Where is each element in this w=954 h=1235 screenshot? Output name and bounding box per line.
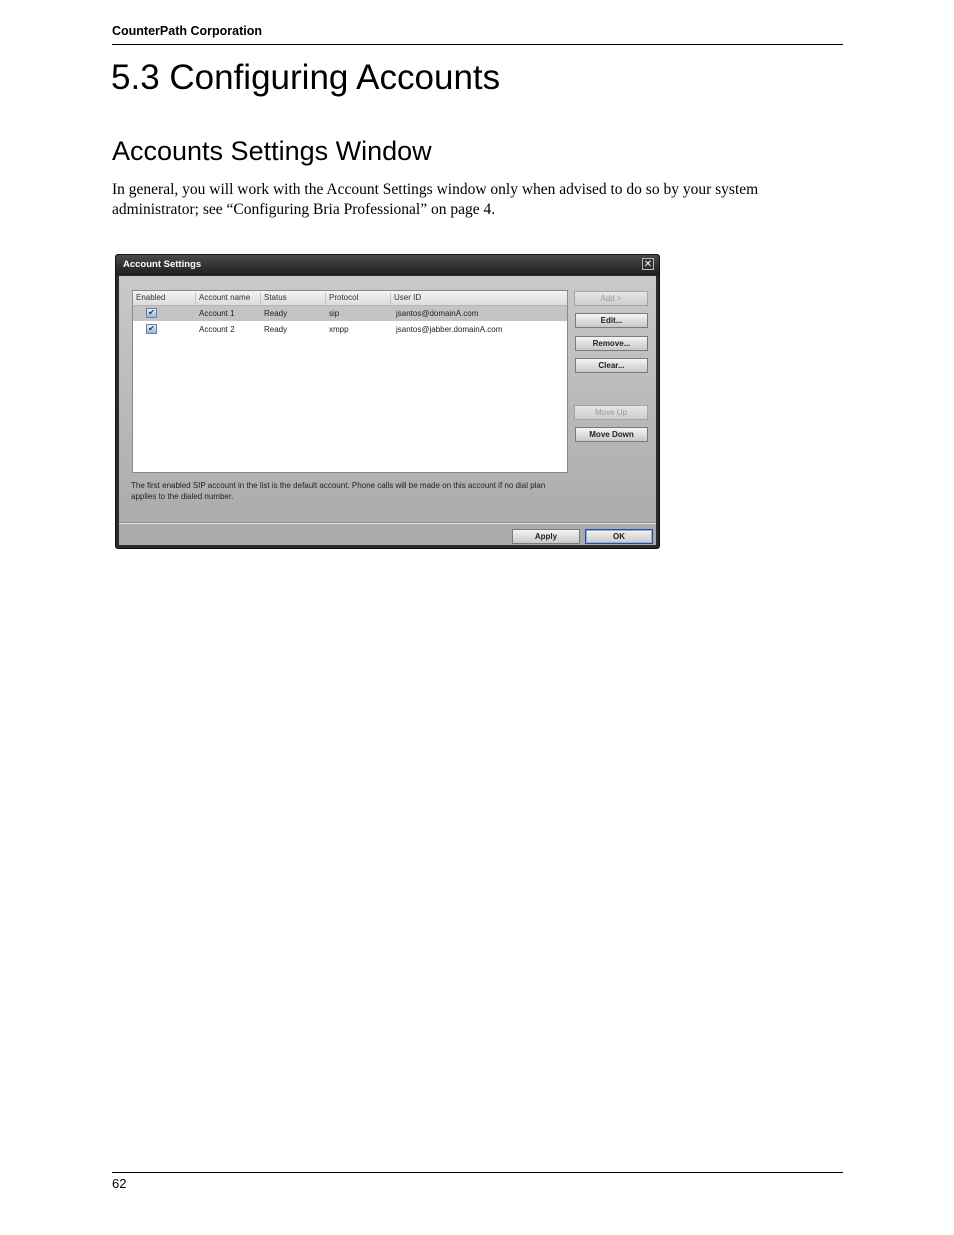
column-header-account-name[interactable]: Account name [195, 293, 260, 305]
table-row[interactable]: ✔ Account 2 Ready xmpp jsantos@jabber.do… [133, 322, 567, 337]
account-name-cell: Account 1 [199, 309, 235, 318]
ok-button[interactable]: OK [585, 529, 653, 544]
protocol-cell: sip [329, 309, 340, 318]
footer-rule [112, 1172, 843, 1173]
page-title: 5.3 Configuring Accounts [111, 58, 501, 97]
enabled-checkbox[interactable]: ✔ [146, 308, 157, 318]
button-bar-divider [119, 522, 656, 524]
column-header-user-id[interactable]: User ID [390, 293, 567, 305]
account-settings-dialog: Account Settings ✕ Enabled Account name … [115, 254, 660, 549]
account-name-cell: Account 2 [199, 325, 235, 334]
list-header: Enabled Account name Status Protocol Use… [133, 291, 567, 306]
header-rule [112, 44, 843, 45]
edit-button[interactable]: Edit... [575, 313, 648, 328]
remove-button[interactable]: Remove... [575, 336, 648, 351]
add-button[interactable]: Add > [574, 291, 648, 306]
default-account-note: The first enabled SIP account in the lis… [131, 481, 546, 501]
column-header-protocol[interactable]: Protocol [325, 293, 390, 305]
enabled-checkbox[interactable]: ✔ [146, 324, 157, 334]
apply-button[interactable]: Apply [512, 529, 580, 544]
page-number: 62 [112, 1176, 127, 1191]
close-icon[interactable]: ✕ [642, 258, 654, 270]
protocol-cell: xmpp [329, 325, 349, 334]
clear-button[interactable]: Clear... [575, 358, 648, 373]
column-header-enabled[interactable]: Enabled [133, 293, 195, 305]
status-cell: Ready [264, 309, 288, 318]
dialog-title: Account Settings [123, 259, 202, 270]
table-row[interactable]: ✔ Account 1 Ready sip jsantos@domainA.co… [133, 306, 567, 321]
move-down-button[interactable]: Move Down [575, 427, 648, 442]
status-cell: Ready [264, 325, 288, 334]
dialog-titlebar: Account Settings ✕ [116, 255, 659, 275]
user-id-cell: jsantos@domainA.com [396, 309, 479, 318]
move-up-button[interactable]: Move Up [574, 405, 648, 420]
accounts-list: Enabled Account name Status Protocol Use… [132, 290, 568, 473]
header-company-name: CounterPath Corporation [112, 24, 262, 38]
column-header-status[interactable]: Status [260, 293, 325, 305]
body-paragraph: In general, you will work with the Accou… [112, 181, 759, 218]
section-title: Accounts Settings Window [112, 136, 432, 166]
user-id-cell: jsantos@jabber.domainA.com [396, 325, 503, 334]
dialog-client-area: Enabled Account name Status Protocol Use… [119, 276, 656, 545]
